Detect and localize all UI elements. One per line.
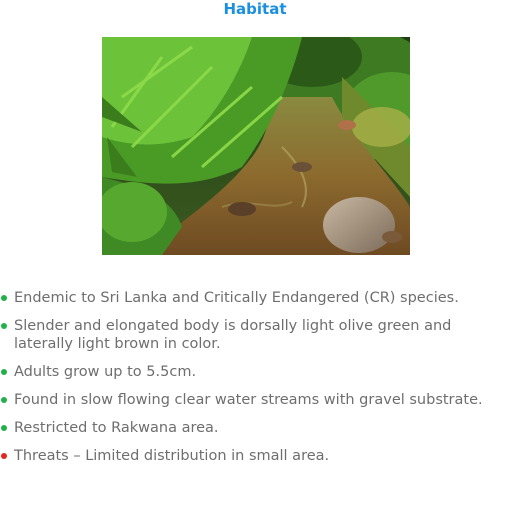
fact-item: Restricted to Rakwana area.	[0, 419, 505, 437]
fact-item: Endemic to Sri Lanka and Critically Enda…	[0, 289, 505, 307]
green-bullet-icon	[1, 425, 7, 431]
fact-text: Adults grow up to 5.5cm.	[14, 364, 197, 380]
fact-text: Found in slow flowing clear water stream…	[14, 392, 483, 408]
red-bullet-icon	[1, 453, 7, 459]
green-bullet-icon	[1, 397, 7, 403]
fact-text: Slender and elongated body is dorsally l…	[14, 318, 452, 352]
section-title: Habitat	[223, 0, 287, 18]
threat-fact-item: Threats – Limited distribution in small …	[0, 447, 505, 465]
fact-item: Slender and elongated body is dorsally l…	[0, 317, 505, 353]
habitat-stream-photo	[102, 37, 410, 255]
green-bullet-icon	[1, 369, 7, 375]
stream-photo-illustration	[102, 37, 410, 255]
fact-item: Found in slow flowing clear water stream…	[0, 391, 505, 409]
habitat-fact-list: Endemic to Sri Lanka and Critically Enda…	[0, 289, 505, 475]
fact-item: Adults grow up to 5.5cm.	[0, 363, 505, 381]
green-bullet-icon	[1, 295, 7, 301]
fact-text: Restricted to Rakwana area.	[14, 420, 219, 436]
fact-text: Endemic to Sri Lanka and Critically Enda…	[14, 290, 459, 306]
green-bullet-icon	[1, 323, 7, 329]
fact-text: Threats – Limited distribution in small …	[14, 448, 330, 464]
